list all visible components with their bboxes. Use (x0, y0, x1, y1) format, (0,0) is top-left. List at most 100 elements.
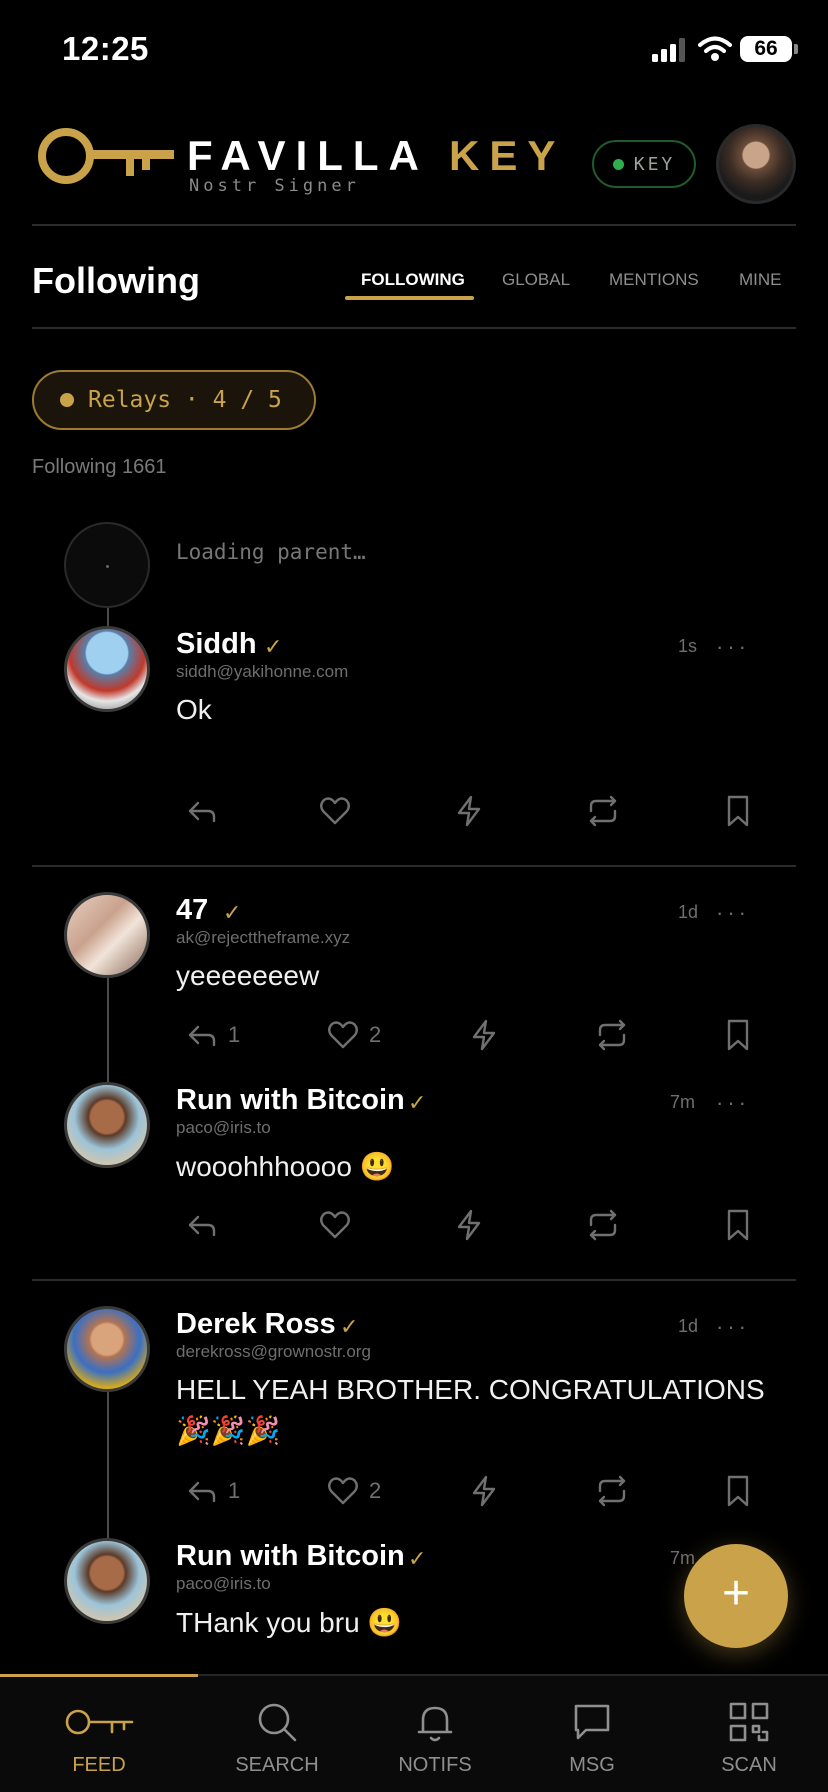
author-name[interactable]: Siddh (176, 628, 257, 661)
post-text: yeeeeeeew (176, 960, 320, 991)
bookmark-button[interactable] (720, 1473, 756, 1509)
avatar[interactable] (64, 1306, 150, 1392)
nav-scan-label: SCAN (721, 1754, 777, 1776)
thread-line (107, 608, 109, 628)
relay-status-dot-icon (60, 393, 74, 407)
more-options-icon[interactable]: ··· (716, 900, 750, 926)
author-name[interactable]: Run with Bitcoin (176, 1540, 405, 1573)
reply-button[interactable] (184, 793, 220, 829)
thread-line (107, 978, 109, 1082)
bookmark-button[interactable] (720, 793, 756, 829)
message-icon (574, 1704, 610, 1740)
avatar[interactable] (64, 1082, 150, 1168)
tab-mentions[interactable]: MENTIONS (609, 270, 699, 290)
compose-button[interactable]: + (684, 1544, 788, 1648)
nav-msg-label: MSG (569, 1754, 615, 1776)
relays-label: Relays · 4 / 5 (88, 387, 282, 413)
active-nav-indicator (0, 1674, 198, 1677)
verified-check-icon: ✓ (264, 634, 283, 659)
reply-count: 1 (228, 1022, 241, 1047)
loading-parent-text: Loading parent… (176, 540, 366, 564)
heart-icon (328, 1477, 358, 1505)
nav-search[interactable]: SEARCH (207, 1700, 347, 1777)
thread-line (107, 1392, 109, 1540)
post-text: Ok (176, 694, 212, 725)
like-count: 2 (369, 1022, 382, 1047)
brand-key-icon (38, 128, 174, 184)
post-text: THank you bru 😃 (176, 1607, 403, 1638)
repost-button[interactable] (594, 1017, 630, 1053)
zap-button[interactable] (451, 793, 487, 829)
heart-icon (328, 1021, 358, 1049)
tab-mine[interactable]: MINE (739, 270, 782, 290)
nav-notifs[interactable]: NOTIFS (365, 1700, 505, 1777)
like-button[interactable] (317, 1207, 353, 1243)
avatar[interactable] (64, 892, 150, 978)
verified-check-icon: ✓ (340, 1314, 359, 1339)
author-name[interactable]: Run with Bitcoin (176, 1084, 405, 1117)
heart-icon (320, 797, 350, 825)
repost-icon (589, 795, 617, 827)
zap-button[interactable] (466, 1017, 502, 1053)
more-options-icon[interactable]: ··· (716, 1090, 750, 1116)
brand-title: FAVILLA KEY (187, 132, 565, 180)
avatar[interactable] (64, 626, 150, 712)
like-button[interactable]: 2 (325, 1473, 381, 1509)
reply-icon (188, 1215, 216, 1237)
wifi-icon (698, 36, 732, 61)
verified-check-icon: ✓ (223, 900, 242, 925)
more-options-icon[interactable]: ··· (716, 1314, 750, 1340)
key-badge-label: KEY (633, 153, 676, 175)
relays-pill[interactable]: Relays · 4 / 5 (32, 370, 316, 430)
reply-button[interactable]: 1 (184, 1017, 240, 1053)
author-handle: derekross@grownostr.org (176, 1342, 371, 1361)
heart-icon (320, 1211, 350, 1239)
avatar[interactable] (64, 1538, 150, 1624)
repost-button[interactable] (585, 793, 621, 829)
like-button[interactable]: 2 (325, 1017, 381, 1053)
author-name[interactable]: 47 (176, 894, 208, 927)
reply-button[interactable] (184, 1207, 220, 1243)
nav-feed[interactable]: FEED (29, 1700, 169, 1777)
brand-word-1: FAVILLA (187, 132, 428, 179)
post-time: 1d (678, 1316, 699, 1336)
repost-icon (598, 1019, 626, 1051)
repost-button[interactable] (585, 1207, 621, 1243)
tab-following[interactable]: FOLLOWING (361, 270, 465, 290)
key-status-badge[interactable]: KEY (592, 140, 696, 188)
reply-count: 1 (228, 1478, 241, 1503)
repost-icon (589, 1209, 617, 1241)
tab-global[interactable]: GLOBAL (502, 270, 570, 290)
battery-indicator: 66 (740, 36, 792, 62)
nav-search-label: SEARCH (235, 1754, 319, 1776)
post-time: 1d (678, 902, 699, 922)
reply-button[interactable]: 1 (184, 1473, 240, 1509)
bookmark-button[interactable] (720, 1017, 756, 1053)
author-name[interactable]: Derek Ross (176, 1308, 336, 1341)
signal-icon (652, 38, 685, 62)
profile-avatar[interactable] (716, 124, 796, 204)
following-count: Following 1661 (32, 456, 167, 478)
page-title: Following (32, 260, 200, 301)
repost-button[interactable] (594, 1473, 630, 1509)
bookmark-icon (727, 1475, 749, 1507)
post-text-line-2: 🎉🎉🎉 (176, 1415, 281, 1446)
search-icon (258, 1703, 297, 1742)
tabs-divider (32, 327, 796, 329)
key-icon (65, 1709, 134, 1735)
reply-icon (188, 1481, 216, 1503)
bookmark-icon (727, 795, 749, 827)
zap-button[interactable] (466, 1473, 502, 1509)
zap-icon (472, 1019, 496, 1051)
loading-dot-icon (106, 565, 109, 568)
status-time: 12:25 (62, 30, 149, 67)
nav-scan[interactable]: SCAN (679, 1700, 819, 1777)
reply-icon (188, 1025, 216, 1047)
nav-msg[interactable]: MSG (522, 1700, 662, 1777)
post-time: 1s (678, 636, 698, 656)
like-button[interactable] (317, 793, 353, 829)
more-options-icon[interactable]: ··· (716, 634, 750, 660)
zap-button[interactable] (451, 1207, 487, 1243)
bookmark-icon (727, 1019, 749, 1051)
bookmark-button[interactable] (720, 1207, 756, 1243)
